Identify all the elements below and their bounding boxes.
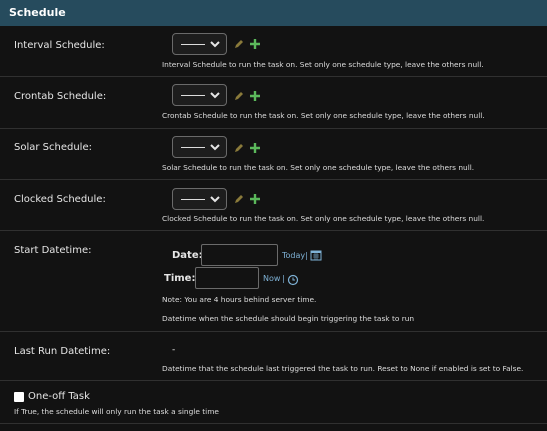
select-empty-value <box>181 147 205 148</box>
add-icon[interactable] <box>249 142 261 154</box>
now-link[interactable]: Now <box>263 274 280 283</box>
one-off-task-row: One-off Task If True, the schedule will … <box>0 381 547 424</box>
crontab-schedule-select[interactable] <box>172 84 227 106</box>
clocked-schedule-label: Clocked Schedule: <box>14 194 106 205</box>
timezone-note: Note: You are 4 hours behind server time… <box>162 295 317 304</box>
interval-schedule-help: Interval Schedule to run the task on. Se… <box>162 60 484 69</box>
one-off-checkbox[interactable] <box>14 392 24 402</box>
clocked-schedule-help: Clocked Schedule to run the task on. Set… <box>162 214 485 223</box>
last-run-datetime-row: Last Run Datetime: - Datetime that the s… <box>0 332 547 381</box>
start-datetime-help: Datetime when the schedule should begin … <box>162 314 415 323</box>
interval-schedule-row: Interval Schedule: Interval Schedule to … <box>0 26 547 77</box>
last-run-datetime-help: Datetime that the schedule last triggere… <box>162 364 524 373</box>
last-run-datetime-label: Last Run Datetime: <box>14 346 111 357</box>
pencil-icon[interactable] <box>233 38 245 50</box>
one-off-help: If True, the schedule will only run the … <box>14 407 219 416</box>
select-empty-value <box>181 199 205 200</box>
chevron-down-icon <box>210 41 220 48</box>
crontab-schedule-help: Crontab Schedule to run the task on. Set… <box>162 111 485 120</box>
add-icon[interactable] <box>249 90 261 102</box>
pencil-icon[interactable] <box>233 193 245 205</box>
clocked-schedule-select[interactable] <box>172 188 227 210</box>
pencil-icon[interactable] <box>233 90 245 102</box>
solar-schedule-row: Solar Schedule: Solar Schedule to run th… <box>0 129 547 180</box>
chevron-down-icon <box>210 92 220 99</box>
add-icon[interactable] <box>249 193 261 205</box>
select-empty-value <box>181 95 205 96</box>
interval-schedule-select[interactable] <box>172 33 227 55</box>
crontab-schedule-label: Crontab Schedule: <box>14 91 107 102</box>
solar-schedule-label: Solar Schedule: <box>14 142 92 153</box>
date-separator: | <box>305 251 308 260</box>
last-run-datetime-value: - <box>172 345 176 355</box>
chevron-down-icon <box>210 196 220 203</box>
add-icon[interactable] <box>249 38 261 50</box>
time-label: Time: <box>164 273 196 284</box>
interval-schedule-label: Interval Schedule: <box>14 40 105 51</box>
section-header: Schedule <box>0 0 547 26</box>
solar-schedule-help: Solar Schedule to run the task on. Set o… <box>162 163 475 172</box>
crontab-schedule-row: Crontab Schedule: Crontab Schedule to ru… <box>0 77 547 129</box>
calendar-icon[interactable] <box>310 249 322 261</box>
date-label: Date: <box>172 250 203 261</box>
solar-schedule-select[interactable] <box>172 136 227 158</box>
chevron-down-icon <box>210 144 220 151</box>
schedule-fieldset: Schedule Interval Schedule: Interval Sch… <box>0 0 547 431</box>
start-datetime-row: Start Datetime: Date: Today | Time: Now … <box>0 231 547 332</box>
time-input[interactable] <box>195 267 259 289</box>
time-separator: | <box>282 274 285 283</box>
one-off-label[interactable]: One-off Task <box>28 391 90 402</box>
today-link[interactable]: Today <box>282 251 305 260</box>
start-datetime-label: Start Datetime: <box>14 245 92 256</box>
pencil-icon[interactable] <box>233 142 245 154</box>
date-input[interactable] <box>201 244 278 266</box>
clock-icon[interactable] <box>287 274 299 286</box>
select-empty-value <box>181 44 205 45</box>
clocked-schedule-row: Clocked Schedule: Clocked Schedule to ru… <box>0 180 547 231</box>
